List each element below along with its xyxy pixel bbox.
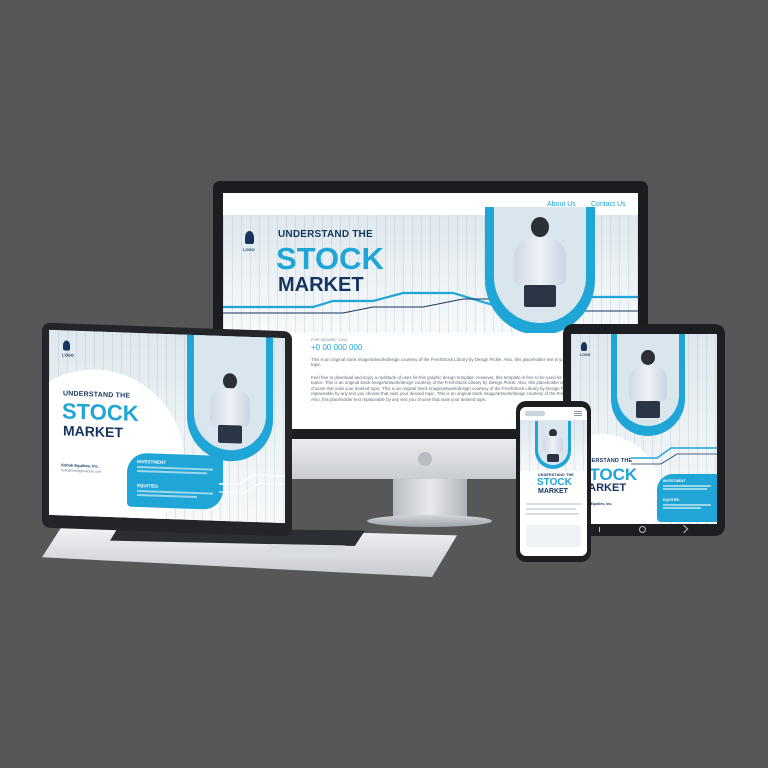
phone-header [520,407,587,421]
tablet-arch-frame [611,334,685,436]
laptop-email[interactable]: hello@reallygreatsite.com [61,468,101,473]
phone-arch-frame [535,421,571,469]
laptop-section-equities: EQUITIES [137,482,159,489]
phone-headline-stock: STOCK [537,477,572,488]
tablet-info-box: INVESTMENT EQUITIES [657,474,717,522]
laptop-info-box: INVESTMENT EQUITIES [127,452,223,510]
smartphone: UNDERSTAND THE STOCK MARKET [516,401,591,562]
laptop: LOGO UNDERSTAND THE STOCK MARKET Ashok E… [42,322,292,537]
tablet-section-equities: EQUITIES [663,498,680,502]
laptop-company-block: Ashok Equities, Inc. hello@reallygreatsi… [61,462,119,486]
logo-icon [245,231,254,244]
hero-photo [494,207,586,323]
monitor-stand-base [367,515,492,527]
phone-screen: UNDERSTAND THE STOCK MARKET [520,407,587,556]
laptop-trackpad [265,544,345,558]
phone-logo-placeholder [525,411,545,416]
monitor-hero: LOGO UNDERSTAND THE STOCK MARKET [223,207,638,335]
tablet-trend-lines [631,447,717,465]
laptop-headline-market: MARKET [63,422,123,441]
laptop-arch-frame [187,329,273,463]
tablet-logo-text: LOGO [580,353,591,357]
tablet-screen: LOGO UNDERSTAND THE STOCK MARKET Ashok E… [571,334,717,524]
hero-arch-frame [485,207,595,335]
tablet-hero-photo [617,334,679,426]
businessman-figure [542,429,564,465]
tablet-back-button[interactable] [679,524,689,534]
phone-content-card [526,525,581,547]
phone-hero-background [520,421,587,471]
monitor-headline-line1: UNDERSTAND THE [278,229,373,240]
businessman-figure [626,350,670,424]
businessman-figure [207,372,253,450]
businessman-figure [510,217,570,317]
inquiry-phone-number[interactable]: +0 00 000 000 [311,343,362,352]
hamburger-menu-icon[interactable] [574,411,582,412]
phone-headline-market: MARKET [538,488,568,495]
tablet-menu-button[interactable] [599,527,605,532]
monitor-stand-neck [393,479,467,517]
monitor-headline-stock: STOCK [276,241,384,276]
tablet-section-investment: INVESTMENT [663,479,686,483]
phone-hero-photo [538,421,568,465]
tablet-home-button[interactable] [639,526,646,533]
logo-icon [63,340,70,351]
laptop-headline-stock: STOCK [62,398,139,427]
laptop-screen: LOGO UNDERSTAND THE STOCK MARKET Ashok E… [49,329,285,524]
laptop-hero-photo [194,329,266,452]
monitor-logo-text: LOGO [243,247,255,252]
logo-icon [581,342,587,351]
monitor-logo-icon [418,452,432,466]
laptop-section-investment: INVESTMENT [137,458,167,465]
laptop-logo-text: LOGO [62,352,74,358]
laptop-trend-lines [219,474,285,494]
nav-contact-us-link[interactable]: Contact Us [591,201,626,208]
inquiry-call-label: FOR INQUIRY CALL [311,337,349,342]
